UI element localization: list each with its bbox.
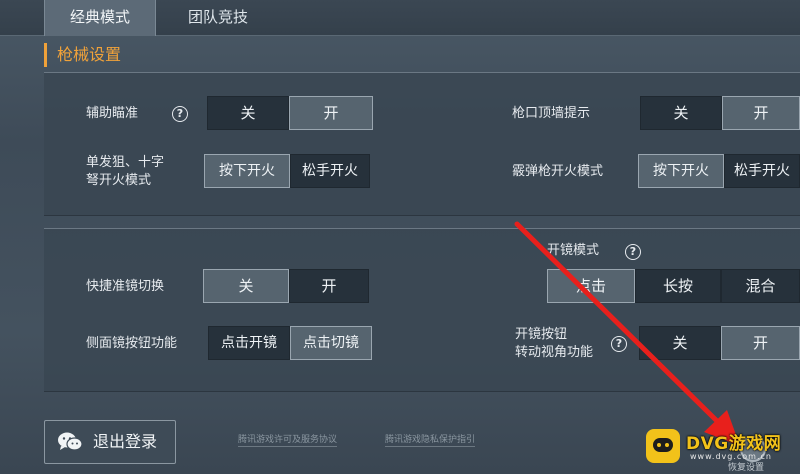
side-scope-open[interactable]: 点击开镜: [208, 326, 290, 360]
privacy-guide-link[interactable]: 腾讯游戏隐私保护指引: [385, 432, 476, 447]
quick-scope-on[interactable]: 开: [289, 269, 369, 303]
question-circle-icon[interactable]: ?: [625, 244, 641, 260]
tab-bar: 经典模式 团队竞技: [0, 0, 800, 36]
scope-rotate-label-line2: 转动视角功能: [515, 345, 594, 360]
question-circle-icon[interactable]: ?: [611, 336, 627, 352]
shotgun-fire-press[interactable]: 按下开火: [638, 154, 724, 188]
side-scope-switch[interactable]: 点击切镜: [290, 326, 372, 360]
scope-mode-mixed[interactable]: 混合: [721, 269, 800, 303]
scope-mode-hold[interactable]: 长按: [635, 269, 721, 303]
weapon-settings-panel-2: [44, 228, 800, 392]
tab-classic-mode[interactable]: 经典模式: [44, 0, 156, 36]
weapon-settings-panel-1: [44, 72, 800, 216]
scope-mode-tap[interactable]: 点击: [547, 269, 635, 303]
watermark: DVG游戏网 www.dvg.com.cn: [646, 427, 796, 467]
aim-assist-on[interactable]: 开: [289, 96, 373, 130]
gamepad-logo-icon: [646, 429, 680, 463]
license-agreement-link[interactable]: 腾讯游戏许可及服务协议: [238, 432, 338, 447]
logout-label: 退出登录: [93, 432, 158, 451]
wechat-icon: [58, 432, 83, 451]
muzzle-hint-off[interactable]: 关: [640, 96, 722, 130]
scope-rotate-off[interactable]: 关: [639, 326, 721, 360]
section-title: 枪械设置: [44, 43, 121, 67]
aim-assist-off[interactable]: 关: [207, 96, 289, 130]
single-fire-press[interactable]: 按下开火: [204, 154, 290, 188]
tab-team-deathmatch[interactable]: 团队竞技: [158, 0, 278, 36]
side-scope-label: 侧面镜按钮功能: [86, 336, 178, 351]
shotgun-fire-label: 霰弹枪开火模式: [512, 164, 604, 179]
scope-rotate-on[interactable]: 开: [721, 326, 800, 360]
single-fire-label-line2: 弩开火模式: [86, 173, 152, 188]
muzzle-hint-on[interactable]: 开: [722, 96, 800, 130]
single-fire-label-line1: 单发狙、十字: [86, 155, 165, 170]
watermark-domain: www.dvg.com.cn: [690, 452, 772, 461]
watermark-brand: DVG游戏网: [686, 434, 782, 454]
quick-scope-label: 快捷准镜切换: [86, 279, 165, 294]
scope-rotate-label-line1: 开镜按钮: [515, 327, 568, 342]
quick-scope-off[interactable]: 关: [203, 269, 289, 303]
aim-assist-label: 辅助瞄准: [86, 106, 139, 121]
scope-mode-label: 开镜模式: [547, 243, 600, 258]
question-circle-icon[interactable]: ?: [172, 106, 188, 122]
shotgun-fire-release[interactable]: 松手开火: [724, 154, 800, 188]
muzzle-hint-label: 枪口顶墙提示: [512, 106, 591, 121]
logout-button[interactable]: 退出登录: [44, 420, 176, 464]
single-fire-release[interactable]: 松手开火: [290, 154, 370, 188]
